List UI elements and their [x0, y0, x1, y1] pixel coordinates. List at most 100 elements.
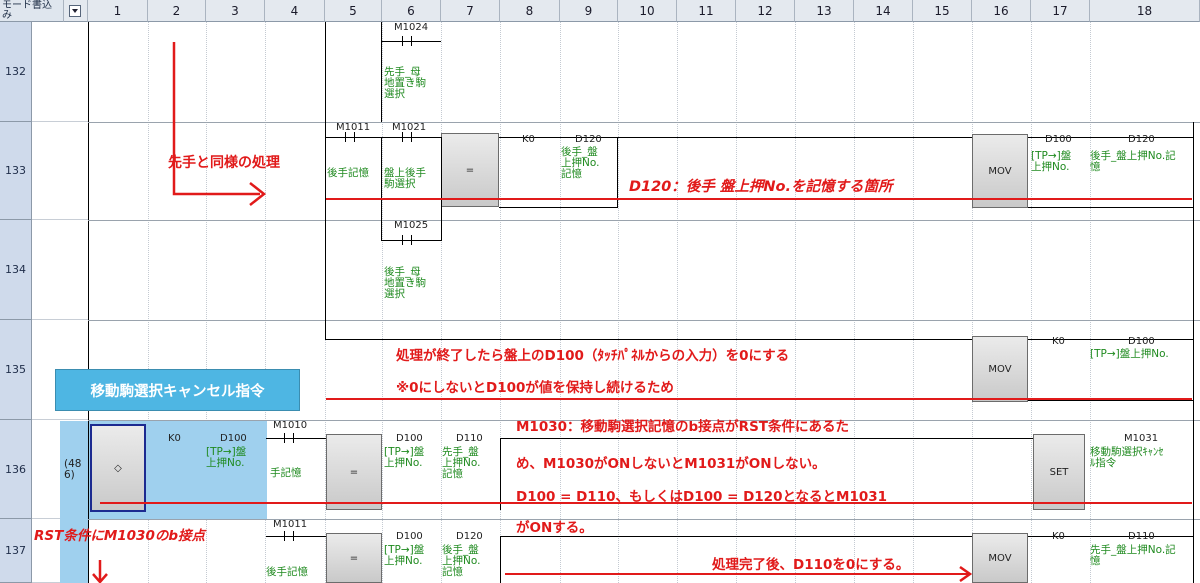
step-number: (48 6) [64, 458, 82, 481]
contact-m1011[interactable] [282, 531, 296, 541]
column-header-cell[interactable]: 12 [736, 0, 795, 22]
operand-s1: K0 [522, 134, 535, 145]
device-comment: [TP→]盤 上押No. [1031, 150, 1072, 173]
compare-instruction[interactable]: = [441, 133, 499, 207]
column-header-cell[interactable]: 10 [618, 0, 677, 22]
right-rail [1193, 122, 1194, 583]
wire [500, 438, 501, 510]
chevron-down-icon[interactable] [69, 5, 81, 17]
column-header-cell[interactable]: 2 [148, 0, 206, 22]
row-number[interactable]: 132 [0, 22, 32, 122]
left-rail [88, 22, 89, 583]
rst-condition-note: RST条件にM1030のb接点 [34, 528, 205, 544]
column-header-cell[interactable]: 16 [972, 0, 1031, 22]
grid-column-line [1090, 22, 1091, 583]
operand-d1: D100 [396, 531, 423, 542]
red-arrow-down [92, 560, 108, 583]
cancel-command-callout: 移動駒選択キャンセル指令 [55, 369, 300, 411]
device-comment: [TP→]盤 上押No. [384, 544, 425, 567]
wire [617, 137, 972, 138]
contact-m1021[interactable] [400, 132, 414, 142]
contact-m1025[interactable] [400, 235, 414, 245]
red-arrow-right [172, 42, 267, 206]
column-header-cell[interactable]: 8 [500, 0, 560, 22]
grid-column-line [382, 22, 383, 583]
column-header-cell[interactable]: 18 [1090, 0, 1200, 22]
mov-instruction[interactable]: MOV [972, 134, 1028, 208]
column-header-cell[interactable]: 4 [265, 0, 325, 22]
column-header-cell[interactable]: 13 [795, 0, 854, 22]
grid-column-line [913, 22, 914, 583]
set-instruction[interactable]: SET [1033, 434, 1085, 510]
column-header-cell[interactable]: 1 [88, 0, 148, 22]
column-header-cell[interactable]: 15 [913, 0, 972, 22]
wire [499, 207, 617, 208]
device-comment: 先手_盤 上押No. 記憶 [442, 446, 481, 480]
operand-dst: D110 [1128, 531, 1155, 542]
wire [325, 220, 326, 320]
column-header-cell[interactable]: 14 [854, 0, 913, 22]
zero-underline [326, 398, 1192, 400]
operand-d2: D110 [456, 433, 483, 444]
row-number[interactable]: 136 [0, 420, 32, 519]
row-number[interactable]: 137 [0, 519, 32, 583]
after-underline [505, 573, 971, 575]
column-dropdown[interactable] [64, 0, 88, 22]
m1030-note-line4: がONする。 [516, 520, 593, 536]
device-comment: 先手_母 地置き駒 選択 [384, 66, 426, 100]
device-comment: 後手記憶 [327, 167, 369, 179]
red-arrow-right-small [959, 566, 972, 582]
column-header-cell[interactable]: 3 [206, 0, 265, 22]
m1030-note-line2: め、M1030がONしないとM1031がONしない。 [516, 456, 826, 472]
column-header-cell[interactable]: 7 [441, 0, 500, 22]
column-header-cell[interactable]: 9 [560, 0, 618, 22]
device-comment: [TP→]盤 上押No. [206, 446, 247, 469]
device-comment: 後手_母 地置き駒 選択 [384, 266, 426, 300]
rail-132 [325, 22, 326, 122]
operand-src: K0 [1052, 336, 1065, 347]
mode-corner-label: モード書込み [0, 0, 64, 22]
mov-instruction[interactable]: MOV [972, 533, 1028, 583]
mov-instruction[interactable]: MOV [972, 336, 1028, 402]
row-number[interactable]: 134 [0, 220, 32, 320]
device-comment: [TP→]盤 上押No. [384, 446, 425, 469]
row-gutter [32, 22, 88, 122]
operand-s1: K0 [168, 433, 181, 444]
row-divider [88, 220, 1200, 221]
same-process-note: 先手と同様の処理 [168, 155, 280, 171]
contact-label: M1010 [273, 420, 308, 431]
column-header-cell[interactable]: 5 [325, 0, 382, 22]
device-comment: 移動駒選択ｷｬﾝｾ ﾙ指令 [1090, 446, 1164, 469]
contact-m1024[interactable] [400, 36, 414, 46]
row-divider [88, 519, 1200, 520]
m1030-note-line1: M1030：移動駒選択記憶のb接点がRST条件にあるた [516, 419, 849, 435]
wire [441, 137, 442, 241]
contact-m1011[interactable] [343, 132, 357, 142]
wire [266, 438, 326, 439]
column-header-cell[interactable]: 6 [382, 0, 441, 22]
coil-label: M1031 [1124, 433, 1159, 444]
wire [972, 438, 1033, 439]
d120-underline [326, 198, 1192, 200]
ne-compare-instruction[interactable]: ◇ [90, 424, 146, 512]
contact-label: M1025 [394, 220, 429, 231]
d120-note: D120：後手 盤上押No.を記憶する箇所 [629, 179, 893, 195]
grid-column-line [972, 22, 973, 583]
row-number[interactable]: 133 [0, 122, 32, 220]
row-divider [88, 320, 1200, 321]
device-comment: 盤上後手 駒選択 [384, 167, 426, 190]
column-header-cell[interactable]: 17 [1031, 0, 1090, 22]
wire [1028, 400, 1193, 401]
contact-label: M1011 [273, 519, 308, 530]
compare-instruction[interactable]: = [326, 434, 382, 510]
device-comment: 後手_盤 上押No. 記憶 [561, 146, 600, 180]
compare-instruction[interactable]: = [326, 533, 382, 583]
operand-src: K0 [1052, 531, 1065, 542]
wire [325, 320, 326, 340]
row-number[interactable]: 135 [0, 320, 32, 420]
operand-d1: D100 [396, 433, 423, 444]
device-comment: 後手_盤 上押No. 記憶 [442, 544, 481, 578]
arrow-head [959, 566, 972, 582]
column-header-cell[interactable]: 11 [677, 0, 736, 22]
contact-m1010[interactable] [282, 433, 296, 443]
